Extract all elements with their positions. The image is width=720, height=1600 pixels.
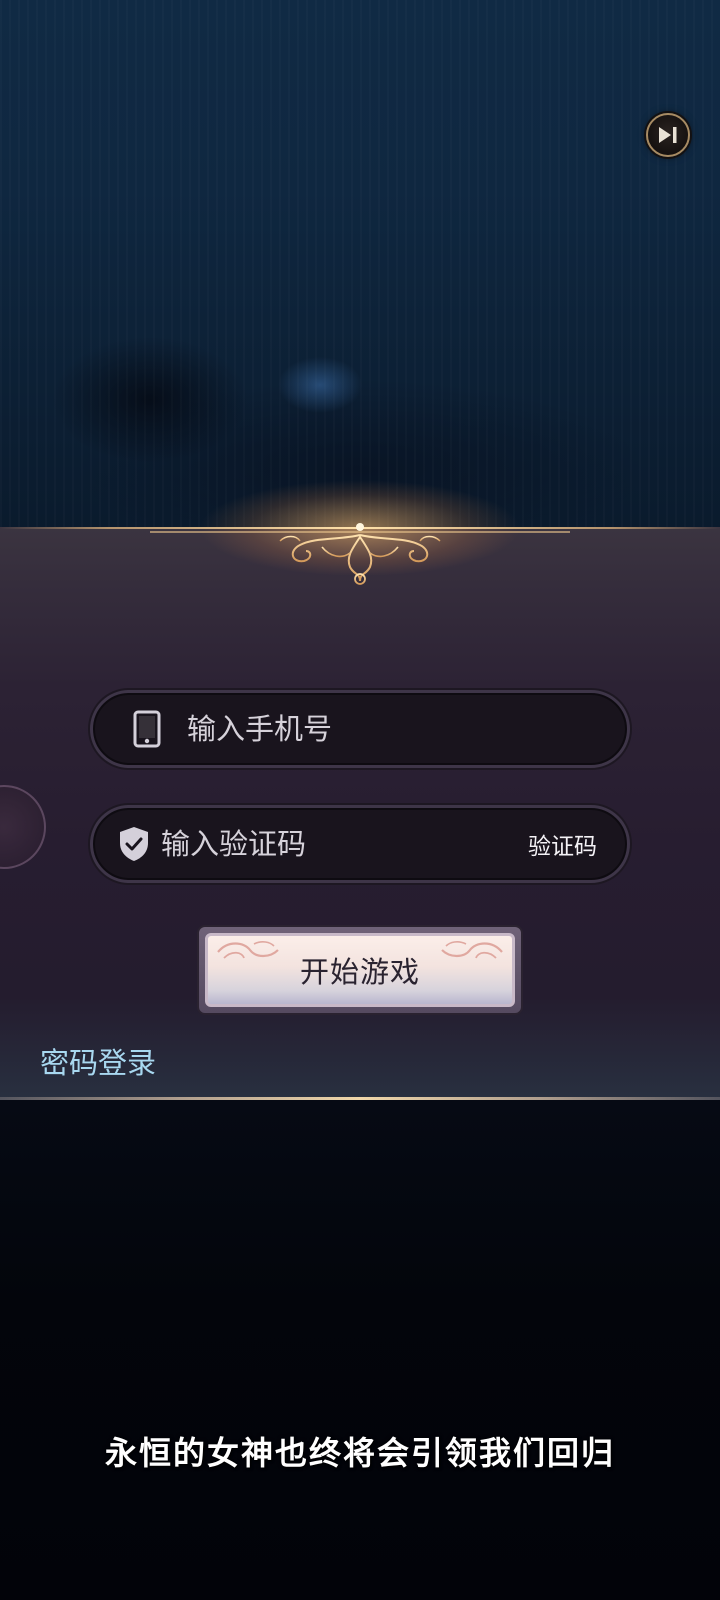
login-screen: 验证码 开始游戏 密码登录 永恒的女神也终将会引领我们回归 [0,0,720,1600]
story-background [0,1100,720,1600]
get-code-button[interactable]: 验证码 [528,827,597,861]
start-game-button[interactable]: 开始游戏 [205,933,515,1007]
story-subtitle: 永恒的女神也终将会引领我们回归 [104,1434,615,1472]
start-button-frame: 开始游戏 [197,925,523,1015]
start-button-label: 开始游戏 [299,955,420,989]
phone-icon [117,710,177,748]
skip-forward-icon [659,127,677,143]
gold-ornament-icon [150,523,570,585]
verification-code-input[interactable] [151,814,528,874]
shield-check-icon [117,825,151,863]
button-flourish-icon [217,941,279,959]
code-input-box: 验证码 [90,805,630,883]
rain-streaks [0,0,720,540]
phone-input-box [90,690,630,768]
skip-button[interactable] [646,113,690,157]
phone-number-input[interactable] [177,699,627,759]
button-flourish-icon [441,941,503,959]
password-login-link[interactable]: 密码登录 [40,1040,156,1082]
